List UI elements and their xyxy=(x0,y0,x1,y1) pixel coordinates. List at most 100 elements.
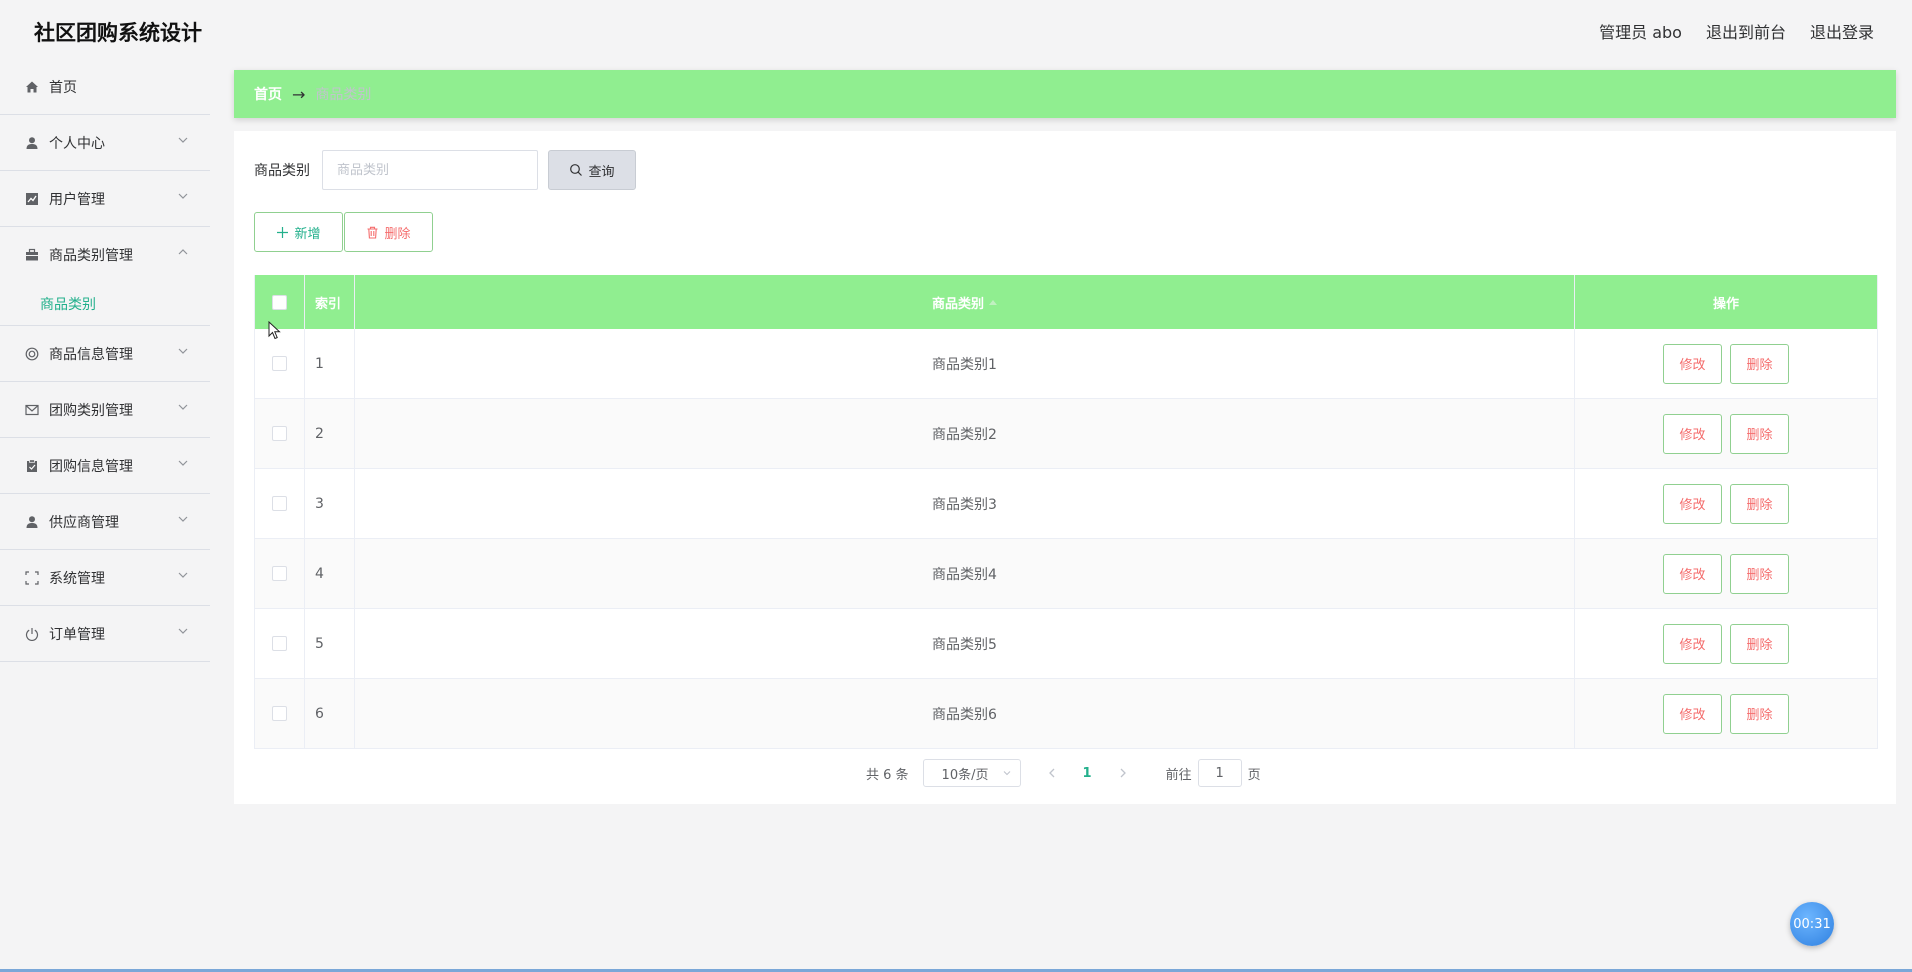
sidebar-item-groupbuy-info[interactable]: 团购信息管理 xyxy=(0,438,210,494)
clipboard-icon xyxy=(24,458,40,474)
edit-button[interactable]: 修改 xyxy=(1663,413,1722,454)
briefcase-icon xyxy=(24,247,40,263)
edit-button[interactable]: 修改 xyxy=(1663,553,1722,594)
search-icon xyxy=(570,164,583,176)
delete-button[interactable]: 删除 xyxy=(1730,343,1789,384)
timer-badge[interactable]: 00:31 xyxy=(1790,902,1834,946)
table-row: 2 商品类别2 修改 删除 xyxy=(255,399,1877,469)
edit-button[interactable]: 修改 xyxy=(1663,693,1722,734)
row-operations: 修改 删除 xyxy=(1575,679,1877,748)
row-checkbox[interactable] xyxy=(272,356,287,371)
app-title: 社区团购系统设计 xyxy=(34,21,202,45)
header-links: 管理员 abo 退出到前台 退出登录 xyxy=(1599,19,1874,43)
row-select-cell xyxy=(255,469,305,538)
column-header-category-label: 商品类别 xyxy=(931,296,984,312)
sidebar-item-label: 系统管理 xyxy=(49,570,105,587)
goto-suffix: 页 xyxy=(1247,767,1261,783)
sidebar-subitem-category[interactable]: 商品类别 xyxy=(0,283,210,325)
delete-button[interactable]: 删除 xyxy=(1730,413,1789,454)
logout-link[interactable]: 退出登录 xyxy=(1810,19,1874,43)
table-row: 3 商品类别3 修改 删除 xyxy=(255,469,1877,539)
pagination-total: 共 6 条 xyxy=(866,767,909,783)
breadcrumb-current: 商品类别 xyxy=(315,87,372,103)
edit-button[interactable]: 修改 xyxy=(1663,623,1722,664)
user-icon xyxy=(24,514,40,530)
lifebuoy-icon xyxy=(24,346,40,362)
next-page-icon[interactable] xyxy=(1116,766,1130,780)
row-checkbox[interactable] xyxy=(272,426,287,441)
row-index: 2 xyxy=(305,399,355,468)
chevron-down-icon xyxy=(178,572,188,578)
delete-button[interactable]: 删除 xyxy=(1730,623,1789,664)
row-checkbox[interactable] xyxy=(272,706,287,721)
query-button[interactable]: 查询 xyxy=(548,150,636,190)
delete-button[interactable]: 删除 xyxy=(1730,553,1789,594)
row-operations: 修改 删除 xyxy=(1575,399,1877,468)
sidebar-item-home[interactable]: 首页 xyxy=(0,59,210,115)
chevron-down-icon xyxy=(178,137,188,143)
power-icon xyxy=(24,626,40,642)
row-category: 商品类别1 xyxy=(355,329,1575,398)
sidebar-item-supplier[interactable]: 供应商管理 xyxy=(0,494,210,550)
sidebar-item-orders[interactable]: 订单管理 xyxy=(0,606,210,662)
batch-delete-button[interactable]: 删除 xyxy=(344,212,433,252)
chevron-down-icon xyxy=(178,460,188,466)
sidebar-item-label: 团购类别管理 xyxy=(49,402,133,419)
sidebar-item-label: 商品类别管理 xyxy=(49,248,133,264)
category-search-input[interactable] xyxy=(322,150,538,190)
row-operations: 修改 删除 xyxy=(1575,609,1877,678)
row-category: 商品类别3 xyxy=(355,469,1575,538)
delete-button[interactable]: 删除 xyxy=(1730,693,1789,734)
delete-button[interactable]: 删除 xyxy=(1730,483,1789,524)
exit-to-front-link[interactable]: 退出到前台 xyxy=(1706,19,1786,43)
sidebar-item-groupbuy-category[interactable]: 团购类别管理 xyxy=(0,382,210,438)
sidebar-item-label: 订单管理 xyxy=(49,626,105,643)
sidebar-item-product-info[interactable]: 商品信息管理 xyxy=(0,326,210,382)
search-label: 商品类别 xyxy=(254,163,310,179)
row-index: 6 xyxy=(305,679,355,748)
sidebar-item-label: 个人中心 xyxy=(49,135,105,152)
sidebar-item-label: 首页 xyxy=(49,79,77,96)
main-panel: 商品类别 查询 新增 删除 索引 商品类别 操作 xyxy=(234,131,1896,804)
page-number-current[interactable]: 1 xyxy=(1083,766,1092,781)
column-header-index: 索引 xyxy=(305,275,355,329)
row-checkbox[interactable] xyxy=(272,566,287,581)
sort-caret-icon[interactable] xyxy=(989,299,997,305)
breadcrumb-separator: → xyxy=(292,84,306,104)
chevron-down-icon xyxy=(178,516,188,522)
search-row: 商品类别 查询 xyxy=(254,150,636,190)
goto-page-input[interactable] xyxy=(1197,759,1242,787)
page-size-select[interactable]: 10条/页 xyxy=(922,759,1021,787)
prev-page-icon[interactable] xyxy=(1045,766,1059,780)
admin-user-label[interactable]: 管理员 abo xyxy=(1599,19,1682,43)
sidebar-item-label: 用户管理 xyxy=(49,191,105,208)
add-button-label: 新增 xyxy=(294,226,321,242)
sidebar-item-system[interactable]: 系统管理 xyxy=(0,550,210,606)
sidebar-item-category-management[interactable]: 商品类别管理 xyxy=(0,227,210,283)
table-row: 4 商品类别4 修改 删除 xyxy=(255,539,1877,609)
add-button[interactable]: 新增 xyxy=(254,212,343,252)
top-header: 社区团购系统设计 管理员 abo 退出到前台 退出登录 xyxy=(0,0,1912,62)
table-row: 1 商品类别1 修改 删除 xyxy=(255,329,1877,399)
row-select-cell xyxy=(255,539,305,608)
row-checkbox[interactable] xyxy=(272,636,287,651)
row-select-cell xyxy=(255,399,305,468)
sidebar-item-user-management[interactable]: 用户管理 xyxy=(0,171,210,227)
select-all-checkbox[interactable] xyxy=(272,294,287,310)
pagination: 共 6 条 10条/页 1 前往 页 xyxy=(866,759,1261,787)
edit-button[interactable]: 修改 xyxy=(1663,343,1722,384)
row-index: 4 xyxy=(305,539,355,608)
user-icon xyxy=(24,135,40,151)
breadcrumb-home[interactable]: 首页 xyxy=(254,84,282,104)
sidebar-item-label: 商品信息管理 xyxy=(49,346,133,363)
sidebar-item-label: 供应商管理 xyxy=(49,514,119,531)
sidebar-item-profile[interactable]: 个人中心 xyxy=(0,115,210,171)
row-operations: 修改 删除 xyxy=(1575,539,1877,608)
column-header-category[interactable]: 商品类别 xyxy=(355,275,1575,329)
row-category: 商品类别5 xyxy=(355,609,1575,678)
edit-button[interactable]: 修改 xyxy=(1663,483,1722,524)
row-checkbox[interactable] xyxy=(272,496,287,511)
chart-icon xyxy=(24,191,40,207)
mail-icon xyxy=(24,402,40,418)
row-select-cell xyxy=(255,679,305,748)
